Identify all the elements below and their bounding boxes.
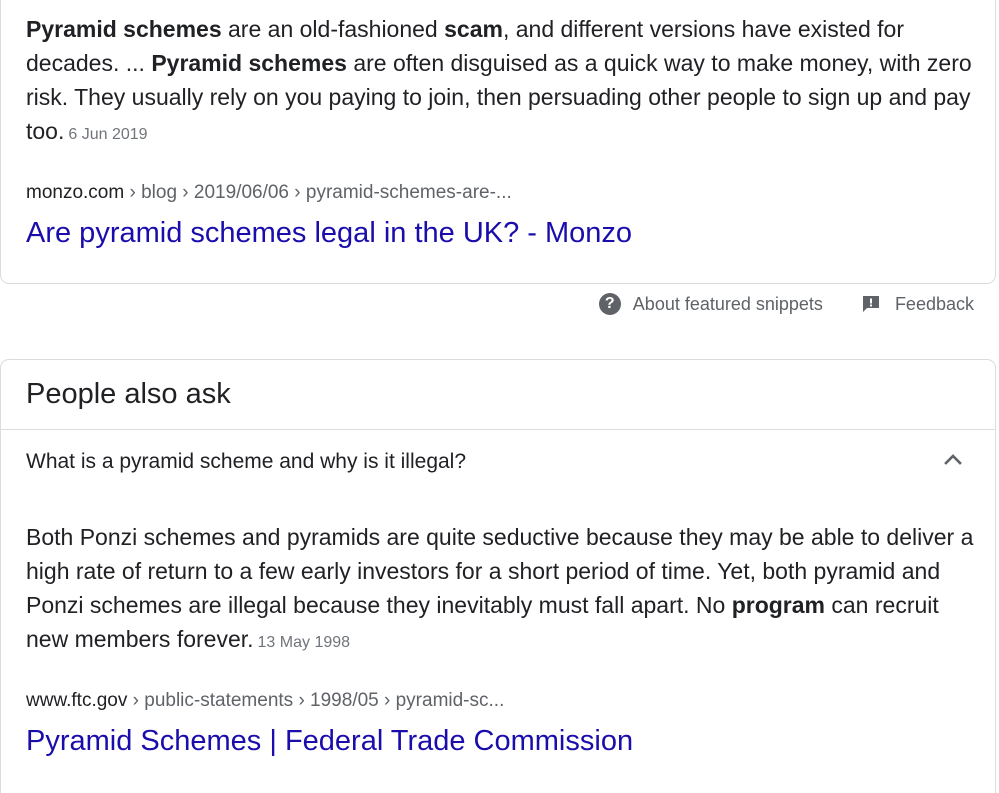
answer-bold-term: program xyxy=(731,592,825,618)
answer-result-link[interactable]: Pyramid Schemes | Federal Trade Commissi… xyxy=(26,725,633,758)
about-featured-snippets-label: About featured snippets xyxy=(632,293,823,314)
featured-snippet-text: Pyramid schemes are an old-fashioned sca… xyxy=(26,12,976,152)
people-also-ask-card: People also ask What is a pyramid scheme… xyxy=(0,359,996,793)
feedback-label: Feedback xyxy=(894,293,974,314)
snippet-bold-term: Pyramid schemes xyxy=(26,16,222,42)
featured-snippet-card: Pyramid schemes are an old-fashioned sca… xyxy=(0,0,996,284)
answer-source-breadcrumb[interactable]: www.ftc.gov › public-statements › 1998/0… xyxy=(26,690,504,712)
source-path: › blog › 2019/06/06 › pyramid-schemes-ar… xyxy=(124,182,512,203)
answer-date: 13 May 1998 xyxy=(257,634,351,651)
feedback-flag-icon xyxy=(862,296,879,312)
snippet-bold-term: Pyramid schemes xyxy=(151,50,347,76)
snippet-text-part: are an old-fashioned xyxy=(221,16,445,42)
snippet-footer: ? About featured snippets Feedback xyxy=(598,292,974,316)
source-path: › public-statements › 1998/05 › pyramid-… xyxy=(127,690,505,711)
snippet-source-breadcrumb[interactable]: monzo.com › blog › 2019/06/06 › pyramid-… xyxy=(26,182,512,204)
paa-question-toggle[interactable]: What is a pyramid scheme and why is it i… xyxy=(1,430,995,496)
question-circle-icon: ? xyxy=(598,293,621,315)
source-domain: monzo.com xyxy=(26,182,125,203)
paa-answer-text: Both Ponzi schemes and pyramids are quit… xyxy=(26,520,976,660)
feedback-button[interactable]: Feedback xyxy=(861,294,974,315)
about-featured-snippets-button[interactable]: ? About featured snippets xyxy=(598,293,823,315)
chevron-up-icon xyxy=(944,454,962,465)
snippet-bold-term: scam xyxy=(444,16,503,42)
paa-question-text: What is a pyramid scheme and why is it i… xyxy=(26,450,467,473)
people-also-ask-heading: People also ask xyxy=(26,378,231,410)
snippet-result-link[interactable]: Are pyramid schemes legal in the UK? - M… xyxy=(26,217,632,250)
snippet-date: 6 Jun 2019 xyxy=(68,126,148,143)
search-results-page: Pyramid schemes are an old-fashioned sca… xyxy=(0,0,999,793)
source-domain: www.ftc.gov xyxy=(26,690,128,711)
